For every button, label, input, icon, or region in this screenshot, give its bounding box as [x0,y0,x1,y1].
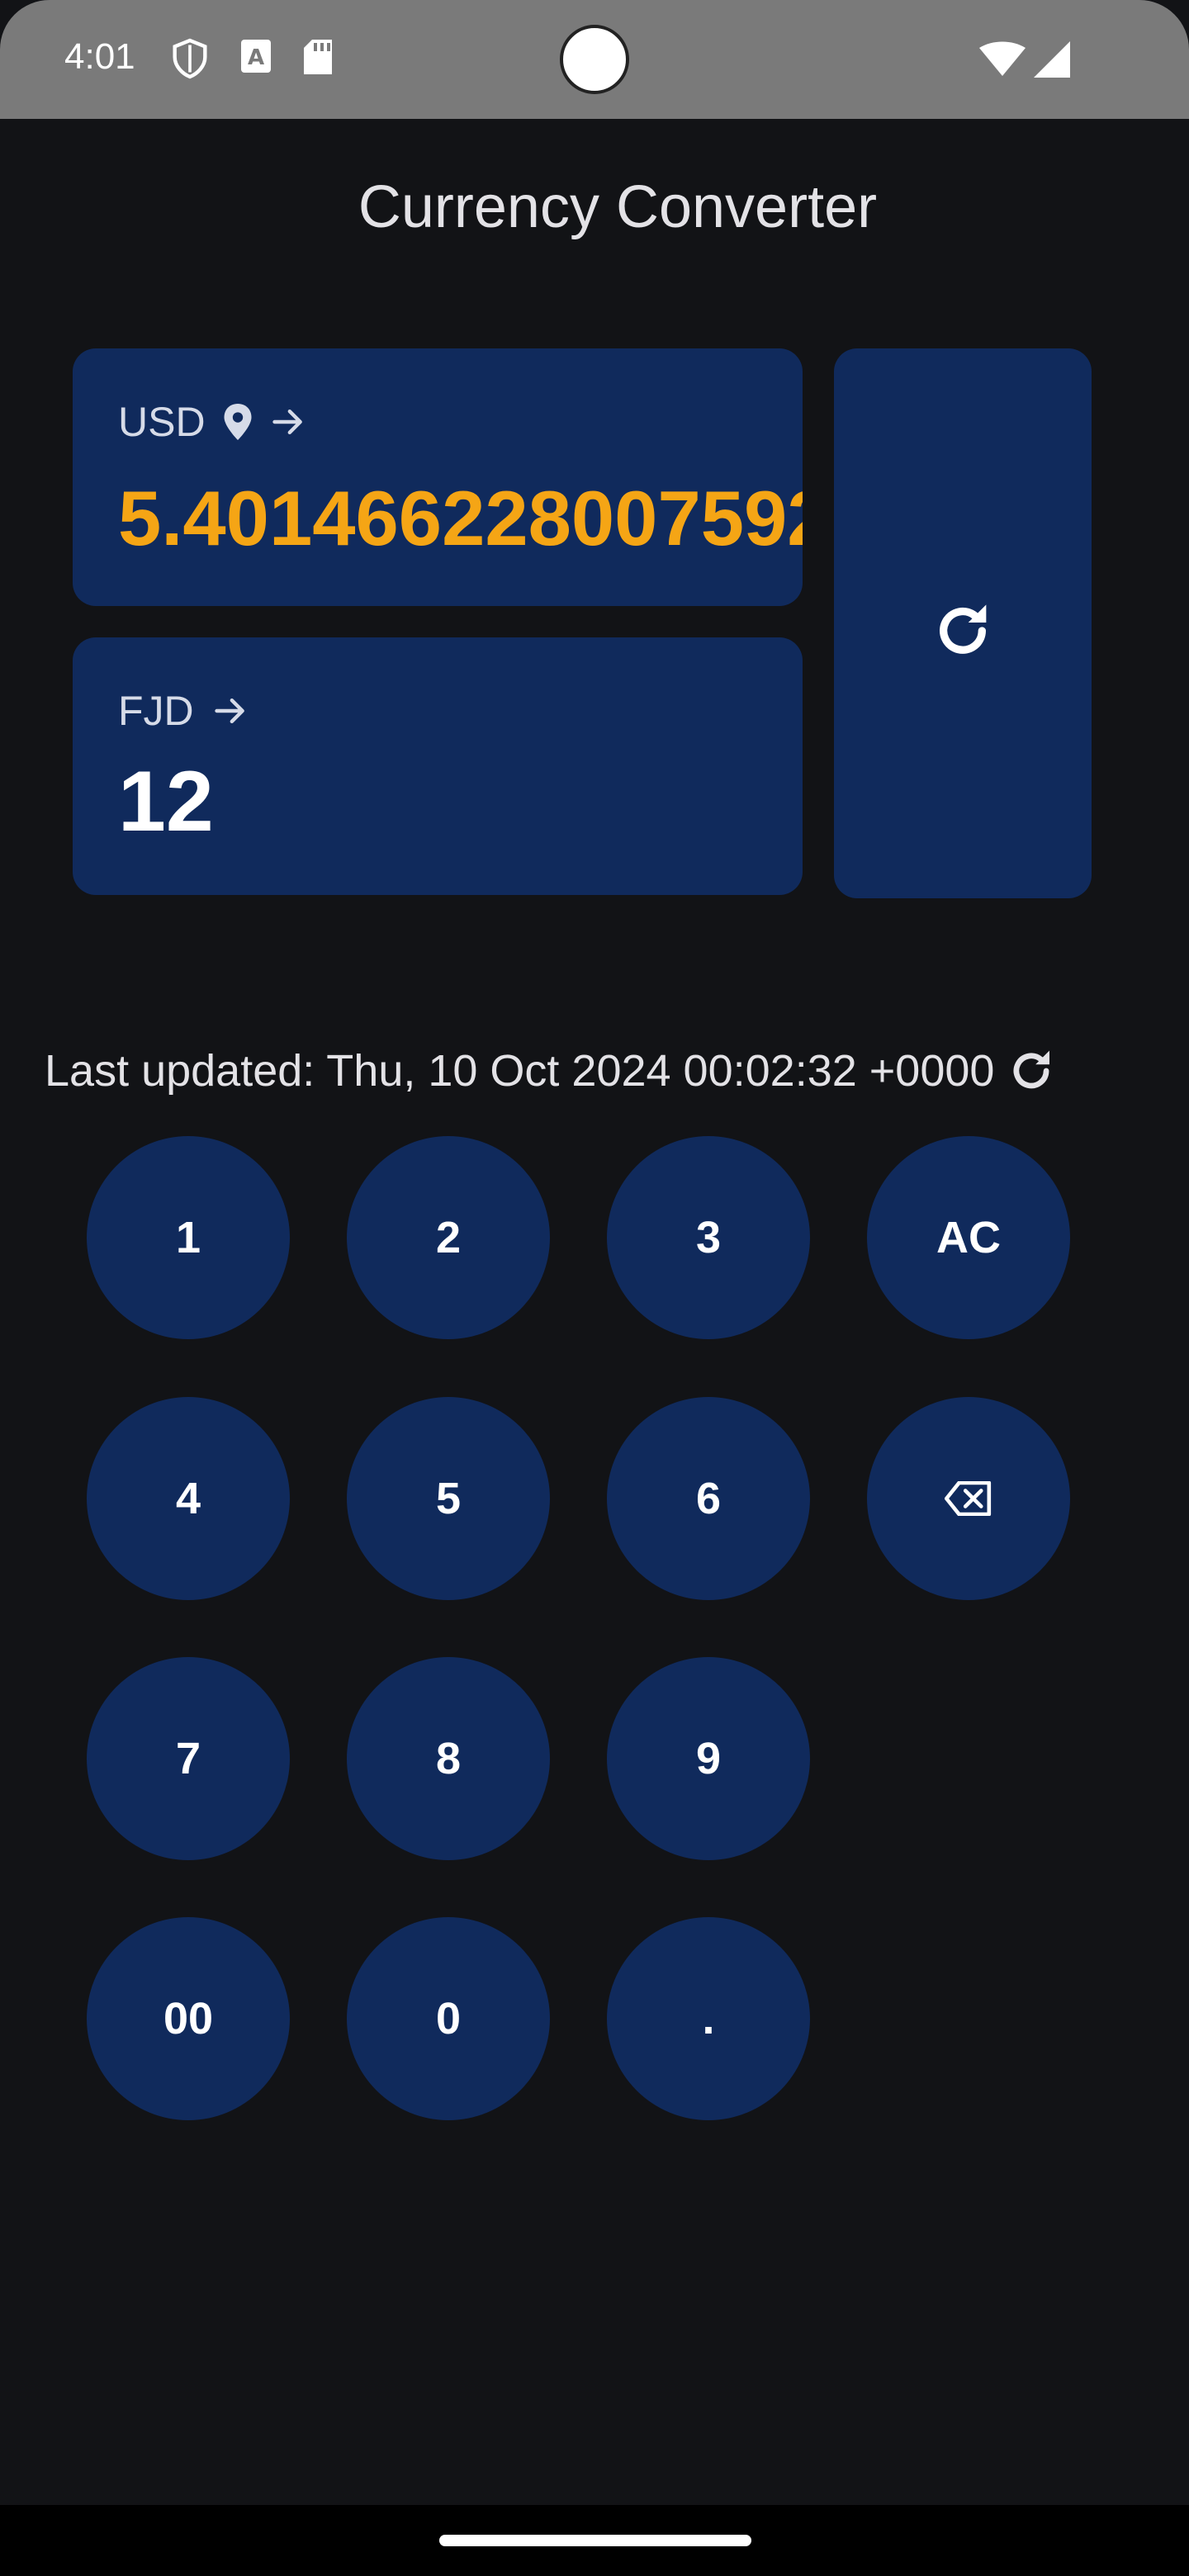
from-amount: 5.401466228007592 [118,475,803,561]
key-7[interactable]: 7 [87,1657,290,1860]
sd-card-icon [304,40,332,74]
last-updated-row: Last updated: Thu, 10 Oct 2024 00:02:32 … [45,1045,1057,1096]
key-3[interactable]: 3 [607,1136,810,1339]
key-0[interactable]: 0 [347,1917,550,2120]
key-8[interactable]: 8 [347,1657,550,1860]
from-currency-card[interactable]: USD 5.401466228007592 [73,348,803,606]
front-camera [560,25,629,94]
app-title: Currency Converter [358,174,878,240]
signal-icon [1034,41,1070,78]
to-currency-card[interactable]: FJD 12 [73,637,803,895]
key-2[interactable]: 2 [347,1136,550,1339]
key-4[interactable]: 4 [87,1397,290,1600]
to-currency-header[interactable]: FJD [118,687,249,735]
last-updated-text: Last updated: Thu, 10 Oct 2024 00:02:32 … [45,1046,995,1096]
swap-currencies-button[interactable] [834,348,1092,898]
to-amount: 12 [118,754,214,850]
key-6[interactable]: 6 [607,1397,810,1600]
status-bar: 4:01 A [0,0,1189,119]
from-currency-header[interactable]: USD [118,398,306,446]
key-decimal[interactable]: . [607,1917,810,2120]
clear-button[interactable]: AC [867,1136,1070,1339]
backspace-button[interactable] [867,1397,1070,1600]
wifi-icon [979,41,1026,76]
location-pin-icon [224,404,252,440]
key-9[interactable]: 9 [607,1657,810,1860]
svg-text:A: A [248,45,264,70]
arrow-right-icon [272,409,302,435]
home-gesture-handle[interactable] [439,2535,751,2546]
key-1[interactable]: 1 [87,1136,290,1339]
arrow-right-icon [214,698,244,724]
from-currency-code: USD [118,399,206,445]
key-5[interactable]: 5 [347,1397,550,1600]
status-time: 4:01 [64,36,135,77]
text-a-icon: A [241,40,271,73]
refresh-icon [940,604,987,654]
key-00[interactable]: 00 [87,1917,290,2120]
refresh-rates-icon[interactable] [1006,1045,1057,1096]
shield-icon [173,38,207,79]
to-currency-code: FJD [118,688,194,734]
backspace-icon [945,1481,992,1516]
